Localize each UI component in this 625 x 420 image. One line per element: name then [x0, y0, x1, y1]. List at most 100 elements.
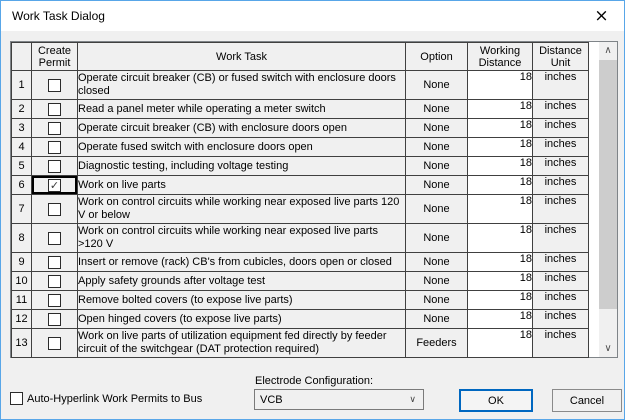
row-number-cell[interactable]: 1: [12, 71, 32, 100]
create-permit-checkbox[interactable]: [48, 160, 61, 173]
scroll-up-icon[interactable]: ∧: [599, 42, 617, 59]
distance-unit-cell: inches: [533, 224, 589, 253]
row-number-cell[interactable]: 6: [12, 176, 32, 195]
distance-unit-cell: inches: [533, 272, 589, 291]
create-permit-checkbox[interactable]: [48, 141, 61, 154]
distance-unit-cell: inches: [533, 157, 589, 176]
row-number-cell[interactable]: 2: [12, 100, 32, 119]
work-task-cell: Work on live parts of utilization equipm…: [78, 329, 406, 358]
working-distance-cell[interactable]: 18: [468, 329, 533, 358]
table-row: 9 Insert or remove (rack) CB's from cubi…: [12, 253, 589, 272]
table-header-row: Create Permit Work Task Option Working D…: [12, 43, 589, 71]
row-number-cell[interactable]: 3: [12, 119, 32, 138]
create-permit-cell[interactable]: [32, 253, 78, 272]
row-number-cell[interactable]: 8: [12, 224, 32, 253]
table-row: 7 Work on control circuits while working…: [12, 195, 589, 224]
row-number-cell[interactable]: 7: [12, 195, 32, 224]
create-permit-checkbox[interactable]: [48, 122, 61, 135]
create-permit-checkbox[interactable]: [48, 256, 61, 269]
scroll-down-icon[interactable]: ∨: [599, 340, 617, 357]
create-permit-cell[interactable]: [32, 291, 78, 310]
create-permit-checkbox[interactable]: [48, 79, 61, 92]
create-permit-cell[interactable]: [32, 329, 78, 358]
create-permit-checkbox[interactable]: [48, 275, 61, 288]
create-permit-cell[interactable]: [32, 100, 78, 119]
working-distance-cell[interactable]: 18: [468, 224, 533, 253]
option-cell[interactable]: None: [406, 272, 468, 291]
create-permit-cell[interactable]: [32, 272, 78, 291]
create-permit-checkbox[interactable]: [48, 337, 61, 350]
create-permit-checkbox[interactable]: [48, 203, 61, 216]
distance-unit-cell: inches: [533, 291, 589, 310]
work-task-dialog: Work Task Dialog × Create Permit Work Ta…: [0, 0, 625, 420]
option-cell[interactable]: None: [406, 119, 468, 138]
table-row: 3 Operate circuit breaker (CB) with encl…: [12, 119, 589, 138]
ok-button[interactable]: OK: [459, 389, 533, 412]
row-number-cell[interactable]: 11: [12, 291, 32, 310]
scrollbar-thumb[interactable]: [599, 60, 617, 309]
option-cell[interactable]: None: [406, 71, 468, 100]
option-cell[interactable]: None: [406, 253, 468, 272]
table-row: 8 Work on control circuits while working…: [12, 224, 589, 253]
create-permit-checkbox[interactable]: [48, 232, 61, 245]
create-permit-cell[interactable]: [32, 224, 78, 253]
working-distance-cell[interactable]: 18: [468, 272, 533, 291]
create-permit-cell[interactable]: ✓: [32, 176, 78, 195]
row-number-cell[interactable]: 4: [12, 138, 32, 157]
create-permit-checkbox[interactable]: [48, 294, 61, 307]
chevron-down-icon: ∨: [409, 395, 423, 405]
vertical-scrollbar[interactable]: ∧ ∨: [599, 42, 617, 357]
auto-hyperlink-checkbox-group[interactable]: Auto-Hyperlink Work Permits to Bus: [10, 392, 202, 405]
distance-unit-cell: inches: [533, 100, 589, 119]
distance-unit-cell: inches: [533, 329, 589, 358]
working-distance-cell[interactable]: 18: [468, 176, 533, 195]
row-number-cell[interactable]: 9: [12, 253, 32, 272]
row-number-cell[interactable]: 12: [12, 310, 32, 329]
option-cell[interactable]: None: [406, 310, 468, 329]
header-row-number: [12, 43, 32, 71]
create-permit-cell[interactable]: [32, 138, 78, 157]
option-cell[interactable]: None: [406, 100, 468, 119]
option-cell[interactable]: None: [406, 157, 468, 176]
table-row: 2 Read a panel meter while operating a m…: [12, 100, 589, 119]
working-distance-cell[interactable]: 18: [468, 291, 533, 310]
table-row: 13 Work on live parts of utilization equ…: [12, 329, 589, 358]
row-number-cell[interactable]: 13: [12, 329, 32, 358]
create-permit-checkbox[interactable]: ✓: [48, 179, 61, 192]
working-distance-cell[interactable]: 18: [468, 138, 533, 157]
working-distance-cell[interactable]: 18: [468, 195, 533, 224]
option-cell[interactable]: None: [406, 224, 468, 253]
option-cell[interactable]: None: [406, 138, 468, 157]
work-task-cell: Read a panel meter while operating a met…: [78, 100, 406, 119]
cancel-button[interactable]: Cancel: [552, 389, 622, 412]
table-row: 12 Open hinged covers (to expose live pa…: [12, 310, 589, 329]
dialog-title: Work Task Dialog: [1, 9, 105, 23]
working-distance-cell[interactable]: 18: [468, 310, 533, 329]
close-icon[interactable]: ×: [579, 1, 624, 31]
electrode-configuration-select[interactable]: VCB ∨: [254, 389, 424, 410]
header-work-task: Work Task: [78, 43, 406, 71]
working-distance-cell[interactable]: 18: [468, 157, 533, 176]
option-cell[interactable]: None: [406, 291, 468, 310]
row-number-cell[interactable]: 10: [12, 272, 32, 291]
electrode-configuration-value: VCB: [255, 394, 409, 406]
table-row: 1 Operate circuit breaker (CB) or fused …: [12, 71, 589, 100]
working-distance-cell[interactable]: 18: [468, 119, 533, 138]
create-permit-cell[interactable]: [32, 195, 78, 224]
create-permit-cell[interactable]: [32, 310, 78, 329]
create-permit-cell[interactable]: [32, 71, 78, 100]
auto-hyperlink-checkbox[interactable]: [10, 392, 23, 405]
working-distance-cell[interactable]: 18: [468, 253, 533, 272]
option-cell[interactable]: None: [406, 176, 468, 195]
working-distance-cell[interactable]: 18: [468, 71, 533, 100]
header-working-distance: Working Distance: [468, 43, 533, 71]
working-distance-cell[interactable]: 18: [468, 100, 533, 119]
row-number-cell[interactable]: 5: [12, 157, 32, 176]
create-permit-checkbox[interactable]: [48, 313, 61, 326]
option-cell[interactable]: None: [406, 195, 468, 224]
create-permit-cell[interactable]: [32, 119, 78, 138]
option-cell[interactable]: Feeders: [406, 329, 468, 358]
header-option: Option: [406, 43, 468, 71]
create-permit-checkbox[interactable]: [48, 103, 61, 116]
create-permit-cell[interactable]: [32, 157, 78, 176]
